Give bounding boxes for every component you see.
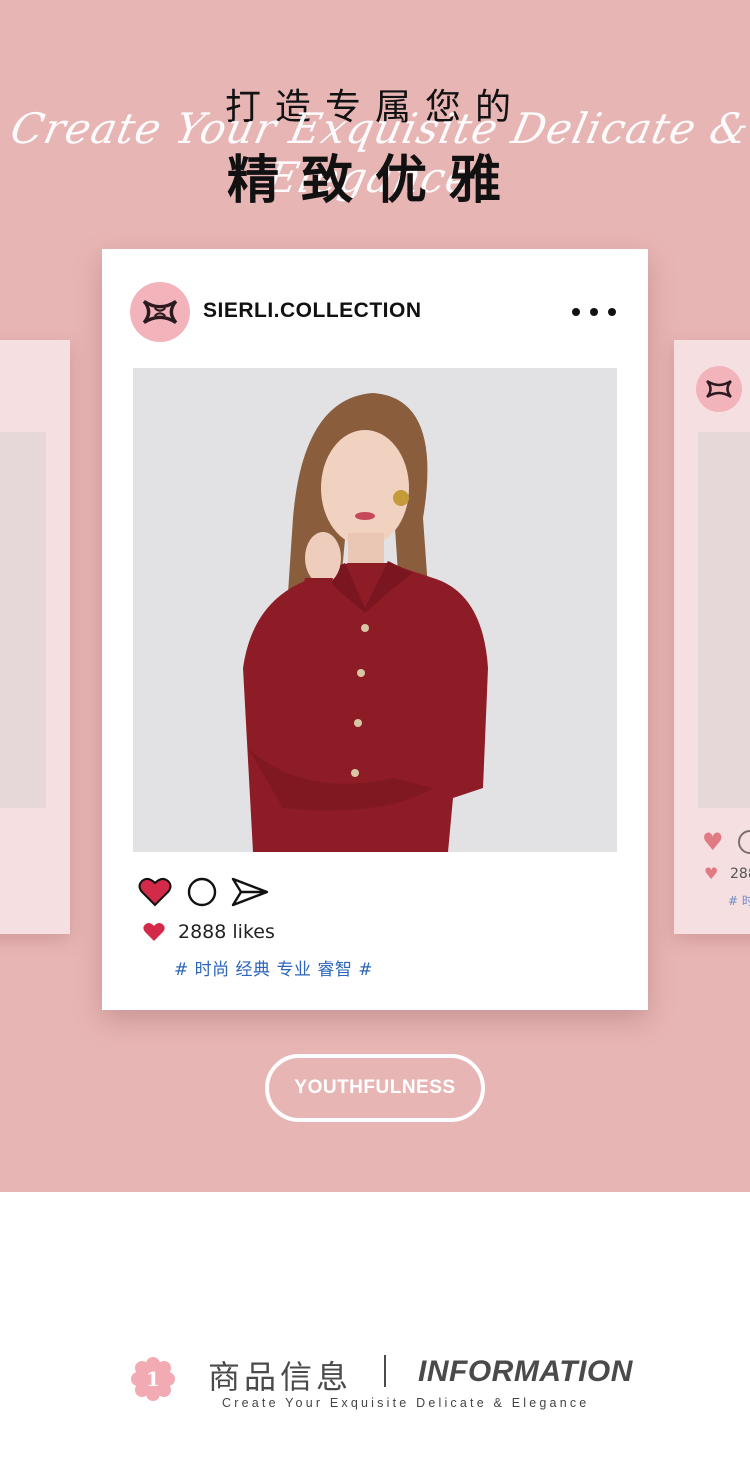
heart-icon bbox=[138, 877, 172, 907]
comment-circle-icon bbox=[187, 877, 217, 907]
side-post-card-left[interactable] bbox=[0, 340, 70, 934]
paper-plane-icon bbox=[231, 877, 269, 907]
side-photo-left bbox=[0, 432, 46, 808]
side-heart-icon: ♥ bbox=[702, 828, 724, 856]
post-hashtags[interactable]: # 时尚 经典 专业 睿智 # bbox=[174, 955, 373, 980]
likes-row: 2888 likes bbox=[142, 921, 275, 943]
side-avatar bbox=[696, 366, 742, 412]
likes-count[interactable]: 2888 likes bbox=[178, 921, 275, 943]
post-photo[interactable] bbox=[133, 368, 617, 852]
post-actions bbox=[138, 875, 270, 909]
share-button[interactable] bbox=[230, 875, 270, 909]
side-mini-heart-icon: ♥ bbox=[704, 864, 719, 883]
post-card: SIERLI.COLLECTION 2888 likes # 时尚 经典 专业 … bbox=[102, 249, 648, 1010]
comment-button[interactable] bbox=[186, 876, 218, 908]
badge-number: 1 bbox=[146, 1367, 160, 1391]
info-subtitle: Create Your Exquisite Delicate & Eleganc… bbox=[222, 1396, 590, 1410]
info-title-en: INFORMATION bbox=[418, 1355, 633, 1388]
side-likes-text: 288 bbox=[730, 866, 750, 882]
info-section: 1 商品信息 INFORMATION Create Your Exquisite… bbox=[0, 1192, 750, 1461]
youthfulness-button[interactable]: YOUTHFULNESS bbox=[265, 1054, 485, 1122]
more-dots-icon bbox=[572, 308, 580, 316]
model-photo-illustration bbox=[133, 368, 617, 852]
account-name[interactable]: SIERLI.COLLECTION bbox=[203, 299, 422, 323]
side-hashtag-text: # 时 bbox=[728, 894, 750, 908]
likes-heart-icon bbox=[143, 923, 165, 941]
hero-section: 打造专属您的 Create Your Exquisite Delicate & … bbox=[0, 0, 750, 1192]
info-divider bbox=[384, 1355, 386, 1387]
headline-line2: 精致优雅 bbox=[226, 151, 523, 211]
side-photo-right bbox=[698, 432, 750, 808]
account-avatar[interactable] bbox=[130, 282, 190, 342]
more-options-button[interactable] bbox=[572, 299, 616, 325]
flower-badge-icon: 1 bbox=[131, 1357, 175, 1401]
side-comment-icon bbox=[738, 830, 750, 854]
sierli-monogram-icon bbox=[142, 299, 178, 325]
sierli-monogram-icon bbox=[706, 379, 732, 399]
info-title-cn: 商品信息 bbox=[208, 1358, 353, 1396]
youthfulness-label: YOUTHFULNESS bbox=[294, 1077, 456, 1098]
like-button[interactable] bbox=[138, 876, 172, 908]
side-post-card-right[interactable]: ♥ ♥ 288 # 时 bbox=[674, 340, 750, 934]
